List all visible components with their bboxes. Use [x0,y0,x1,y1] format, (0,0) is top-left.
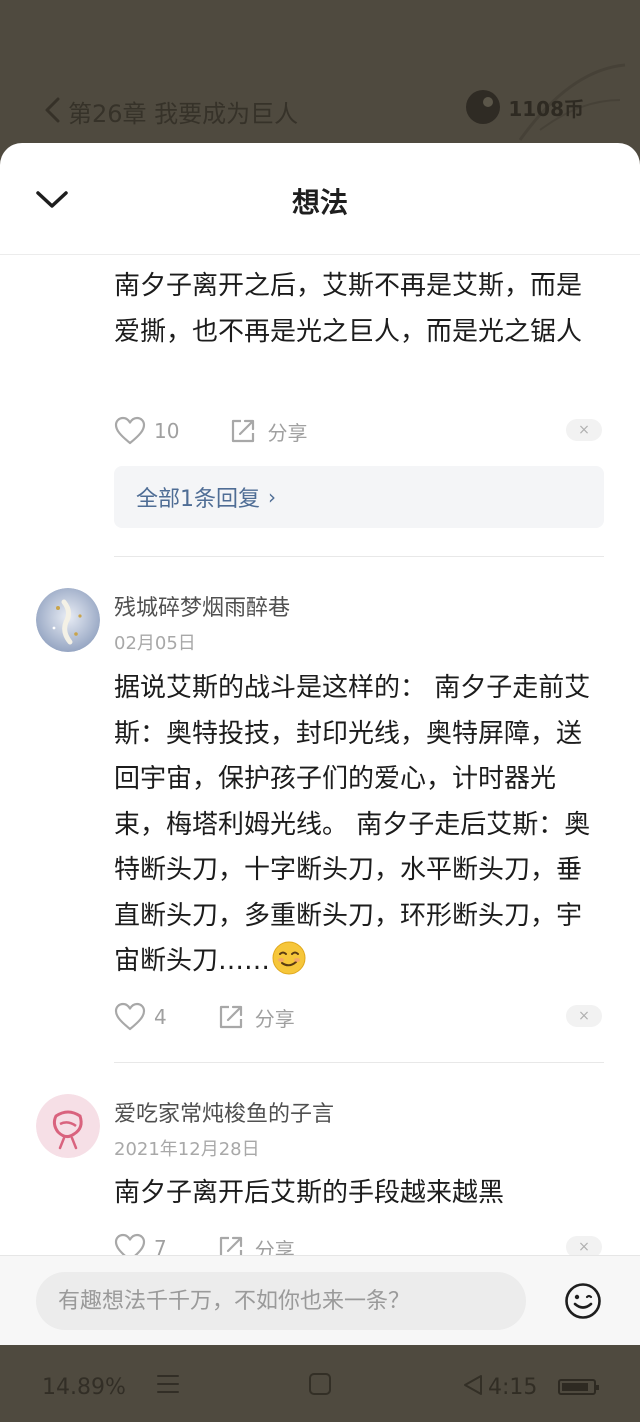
share-button[interactable]: 分享 [229,417,307,446]
triangle-back-icon[interactable] [462,1373,484,1397]
share-icon [219,1005,242,1029]
coin-amount: 1108币 [508,96,584,121]
divider [114,556,604,557]
view-replies-link[interactable]: 全部1条回复 › [114,466,604,528]
heart-outline-icon [114,1002,146,1031]
menu-icon[interactable] [156,1373,180,1395]
comment-text: 南夕子离开之后，艾斯不再是艾斯，而是爱撕，也不再是光之巨人，而是光之锯人 [114,271,583,347]
heart-outline-icon [114,1233,146,1255]
comment-input-bar [0,1255,640,1345]
dismiss-icon[interactable]: × [566,1236,602,1255]
back-chevron-icon[interactable] [40,94,70,126]
avatar[interactable] [36,1094,100,1158]
comment-input[interactable] [36,1272,526,1330]
share-label: 分享 [267,420,308,445]
dismiss-icon[interactable]: × [566,419,602,441]
like-button[interactable]: 7 [114,1233,167,1255]
dismiss-icon[interactable]: × [566,1005,602,1027]
like-count: 10 [154,419,180,443]
comment-list[interactable]: 南夕子离开之后，艾斯不再是艾斯，而是爱撕，也不再是光之巨人，而是光之锯人 10 … [0,256,640,1255]
sheet-header: 想法 [0,143,640,255]
reading-progress: 14.89% [42,1375,126,1400]
heart-outline-icon [114,416,146,445]
share-button[interactable]: 分享 [217,1003,295,1032]
share-icon [219,1236,242,1255]
share-icon [232,419,255,443]
avatar[interactable] [36,588,100,652]
like-button[interactable]: 4 [114,1002,167,1032]
avatar-image [36,1094,100,1158]
battery-icon [558,1379,599,1395]
reply-link-label: 全部1条回复 [136,487,260,512]
comment-date: 2021年12月28日 [114,1139,260,1160]
reader-status-bar: 14.89% 4:15 [0,1345,640,1422]
smirk-emoji-icon [272,941,306,975]
avatar-image [36,588,100,652]
comment-text: 据说艾斯的战斗是这样的： 南夕子走前艾斯：奥特投技，封印光线，奥特屏障，送回宇宙… [114,673,591,976]
thoughts-sheet: 想法 南夕子离开之后，艾斯不再是艾斯，而是爱撕，也不再是光之巨人，而是光之锯人 … [0,143,640,1345]
like-count: 4 [154,1005,167,1029]
chevron-right-icon: › [268,485,276,509]
comment-actions: 10 分享 × [114,413,604,449]
comment-text: 南夕子离开后艾斯的手段越来越黑 [114,1178,505,1208]
coin-balance[interactable]: 1108币 [466,90,584,124]
username[interactable]: 残城碎梦烟雨醉巷 [114,590,290,622]
comment-actions: 7 分享 × [114,1230,604,1255]
like-button[interactable]: 10 [114,416,179,446]
smiley-icon[interactable] [564,1282,602,1320]
share-button[interactable]: 分享 [217,1234,295,1256]
sheet-title: 想法 [291,186,348,219]
comment-actions: 4 分享 × [114,999,604,1035]
coin-icon [466,90,501,124]
divider [114,1062,604,1063]
square-home-icon[interactable] [309,1373,331,1395]
like-count: 7 [154,1236,167,1255]
share-label: 分享 [254,1006,295,1031]
clock: 4:15 [488,1375,538,1400]
reader-header: 第26章 我要成为巨人 1108币 [0,0,640,160]
username[interactable]: 爱吃家常炖梭鱼的子言 [114,1096,334,1128]
comment-date: 02月05日 [114,633,196,654]
chapter-title[interactable]: 第26章 我要成为巨人 [68,94,298,129]
share-label: 分享 [254,1237,295,1256]
